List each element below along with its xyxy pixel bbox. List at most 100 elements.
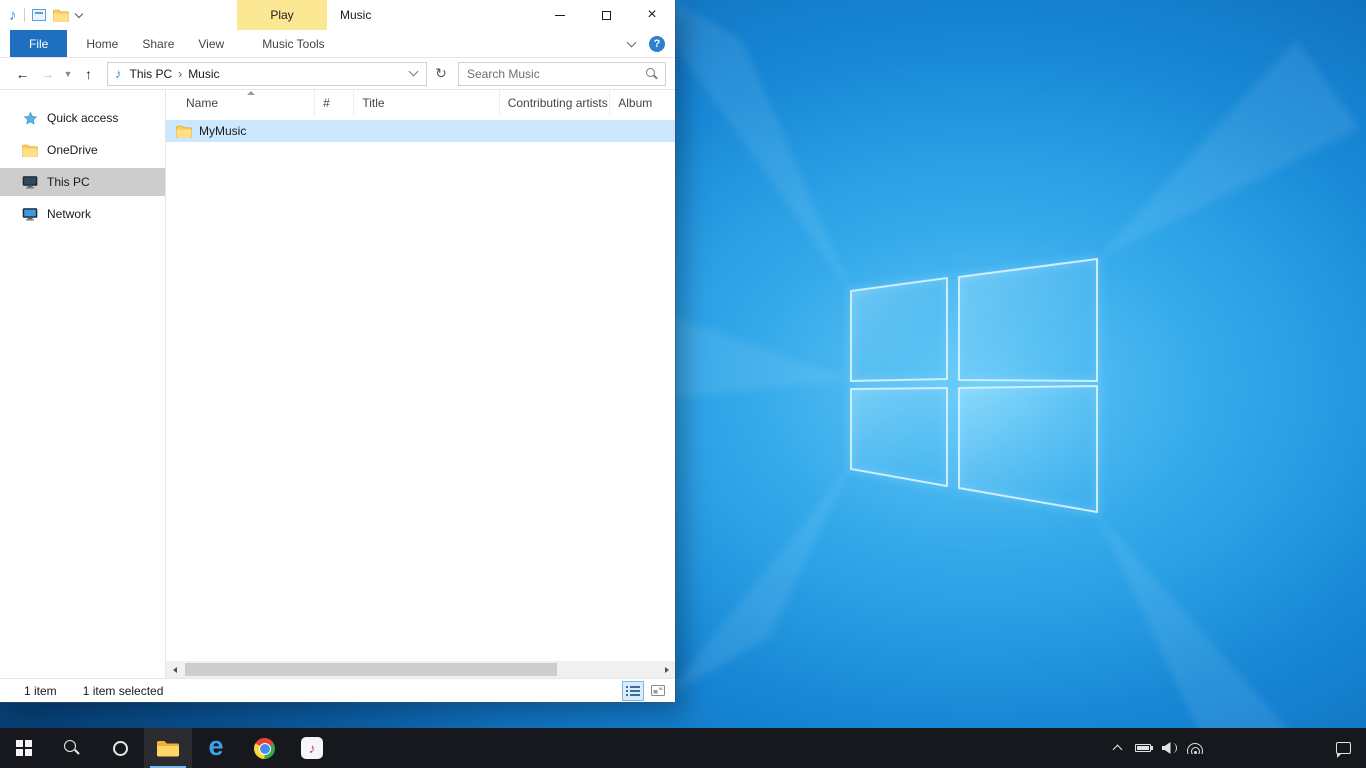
tab-home[interactable]: Home bbox=[74, 30, 130, 57]
file-name: MyMusic bbox=[199, 124, 246, 138]
search-input[interactable] bbox=[467, 67, 645, 81]
system-tray bbox=[1104, 728, 1366, 768]
column-header-name[interactable]: Name bbox=[176, 90, 315, 116]
file-rows: MyMusic bbox=[166, 120, 675, 142]
tab-music-tools[interactable]: Music Tools bbox=[250, 30, 336, 57]
view-toggles bbox=[622, 679, 669, 702]
scroll-right-arrow-icon[interactable] bbox=[658, 661, 675, 678]
quick-access-toolbar: ♪ bbox=[0, 8, 82, 23]
sidebar-item-label: This PC bbox=[47, 175, 90, 189]
window-controls: × bbox=[537, 0, 675, 30]
volume-status[interactable] bbox=[1156, 728, 1182, 768]
forward-button[interactable]: → bbox=[35, 61, 60, 87]
scrollbar-thumb[interactable] bbox=[185, 663, 557, 676]
cortana-icon bbox=[113, 741, 128, 756]
sidebar-item-label: Network bbox=[47, 207, 91, 221]
taskbar: e ♪ bbox=[0, 728, 1366, 768]
minimize-icon bbox=[555, 15, 565, 16]
properties-icon[interactable] bbox=[32, 9, 46, 21]
back-button[interactable]: ← bbox=[10, 61, 35, 87]
edge-icon: e bbox=[208, 733, 223, 760]
file-row-mymusic[interactable]: MyMusic bbox=[166, 120, 675, 142]
thumbnails-view-icon bbox=[651, 685, 665, 696]
chevron-up-icon bbox=[1112, 745, 1122, 755]
column-header-contributing-artists[interactable]: Contributing artists bbox=[500, 90, 611, 116]
sidebar-item-quick-access[interactable]: Quick access bbox=[0, 104, 165, 132]
qat-customize-chevron-icon[interactable] bbox=[74, 9, 82, 17]
up-button[interactable]: ↑ bbox=[76, 61, 101, 87]
column-header-number[interactable]: # bbox=[315, 90, 354, 116]
taskbar-file-explorer-button[interactable] bbox=[144, 728, 192, 768]
ribbon-right-controls: ? bbox=[628, 30, 665, 57]
sidebar-item-onedrive[interactable]: OneDrive bbox=[0, 136, 165, 164]
sidebar-item-label: OneDrive bbox=[47, 143, 98, 157]
breadcrumb-this-pc[interactable]: This PC bbox=[126, 67, 177, 81]
address-bar[interactable]: ♪ This PC › Music bbox=[107, 62, 427, 86]
recent-locations-chevron-icon[interactable]: ▼ bbox=[60, 61, 76, 87]
action-center-icon bbox=[1336, 742, 1351, 754]
separator bbox=[24, 8, 25, 22]
details-view-button[interactable] bbox=[622, 681, 644, 701]
contextual-tab-play[interactable]: Play bbox=[237, 0, 327, 30]
folder-icon bbox=[176, 125, 192, 138]
music-note-icon: ♪ bbox=[115, 66, 122, 81]
hidden-icons-button[interactable] bbox=[1104, 728, 1130, 768]
taskbar-edge-button[interactable]: e bbox=[192, 728, 240, 768]
tab-view[interactable]: View bbox=[186, 30, 236, 57]
wifi-icon bbox=[1187, 742, 1203, 754]
start-button[interactable] bbox=[0, 728, 48, 768]
taskbar-chrome-button[interactable] bbox=[240, 728, 288, 768]
action-center-button[interactable] bbox=[1320, 728, 1366, 768]
column-header-title[interactable]: Title bbox=[354, 90, 499, 116]
scroll-left-arrow-icon[interactable] bbox=[166, 661, 183, 678]
search-box bbox=[458, 62, 666, 86]
scrollbar-track[interactable] bbox=[183, 661, 658, 678]
sort-ascending-icon bbox=[247, 91, 255, 95]
music-note-icon: ♪ bbox=[9, 8, 17, 23]
refresh-button[interactable]: ↻ bbox=[429, 62, 453, 86]
battery-status[interactable] bbox=[1130, 728, 1156, 768]
search-icon bbox=[63, 739, 81, 757]
window-body: Quick access OneDrive bbox=[0, 90, 675, 678]
file-list-pane: Name # Title Contributing artists Album … bbox=[166, 90, 675, 678]
maximize-button[interactable] bbox=[583, 0, 629, 30]
minimize-button[interactable] bbox=[537, 0, 583, 30]
column-headers: Name # Title Contributing artists Album bbox=[166, 90, 675, 116]
star-icon bbox=[22, 111, 38, 126]
windows-logo-icon bbox=[16, 740, 32, 756]
breadcrumb-music[interactable]: Music bbox=[184, 67, 223, 81]
navigation-bar: ← → ▼ ↑ ♪ This PC › Music ↻ bbox=[0, 58, 675, 90]
expand-ribbon-chevron-icon[interactable] bbox=[627, 37, 637, 47]
network-status[interactable] bbox=[1182, 728, 1208, 768]
file-explorer-icon bbox=[156, 739, 180, 758]
help-icon[interactable]: ? bbox=[649, 36, 665, 52]
title-bar[interactable]: ♪ Play Music × bbox=[0, 0, 675, 30]
search-icon[interactable] bbox=[645, 67, 659, 81]
selection-count: 1 item selected bbox=[83, 684, 164, 698]
column-header-album[interactable]: Album bbox=[610, 90, 675, 116]
navigation-pane: Quick access OneDrive bbox=[0, 90, 166, 678]
volume-icon bbox=[1162, 742, 1177, 754]
tab-file[interactable]: File bbox=[10, 30, 67, 57]
taskbar-search-button[interactable] bbox=[48, 728, 96, 768]
details-view-icon bbox=[626, 686, 640, 696]
status-bar: 1 item 1 item selected bbox=[0, 678, 675, 702]
new-folder-icon[interactable] bbox=[53, 9, 69, 22]
close-button[interactable]: × bbox=[629, 0, 675, 30]
close-icon: × bbox=[647, 7, 656, 23]
sidebar-item-this-pc[interactable]: This PC bbox=[0, 168, 165, 196]
tab-share[interactable]: Share bbox=[130, 30, 186, 57]
breadcrumb-separator-icon: › bbox=[176, 67, 184, 81]
computer-icon bbox=[22, 175, 38, 189]
maximize-icon bbox=[602, 11, 611, 20]
chrome-icon bbox=[254, 738, 275, 759]
network-icon bbox=[22, 207, 38, 221]
taskbar-itunes-button[interactable]: ♪ bbox=[288, 728, 336, 768]
cortana-button[interactable] bbox=[96, 728, 144, 768]
sidebar-item-network[interactable]: Network bbox=[0, 200, 165, 228]
window-title: Music bbox=[340, 0, 371, 30]
address-dropdown-chevron-icon[interactable] bbox=[409, 67, 419, 77]
thumbnails-view-button[interactable] bbox=[647, 681, 669, 701]
horizontal-scrollbar[interactable] bbox=[166, 661, 675, 678]
itunes-icon: ♪ bbox=[301, 737, 323, 759]
